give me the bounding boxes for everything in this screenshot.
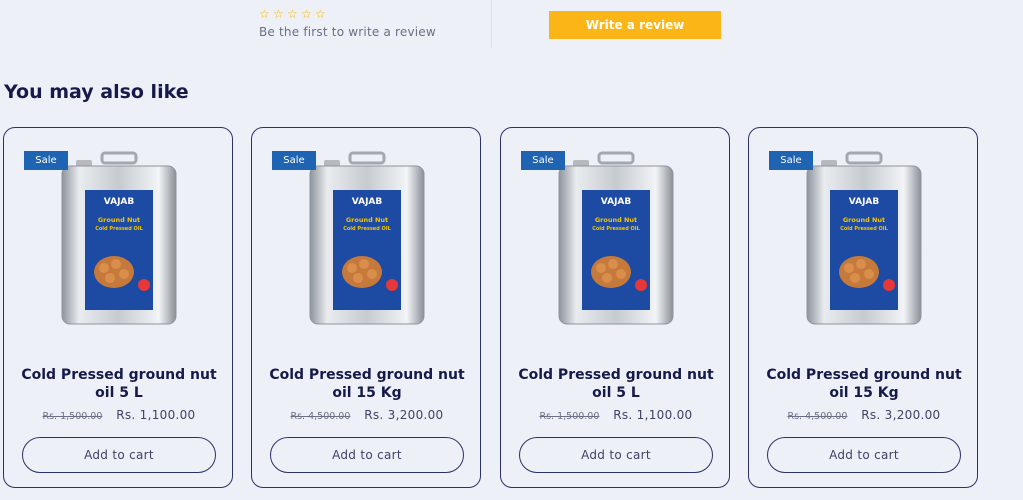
product-label-line: Ground Nut: [595, 216, 637, 224]
product-label-line: Cold Pressed OIL: [840, 226, 888, 232]
product-label-line: Cold Pressed OIL: [95, 226, 143, 232]
price-row: Rs. 4,500.00 Rs. 3,200.00: [252, 408, 482, 422]
product-card[interactable]: VAJAB Ground Nut Cold Pressed OIL Sale C…: [3, 127, 233, 488]
sale-badge: Sale: [769, 151, 813, 170]
brand-label: VAJAB: [849, 197, 880, 207]
add-to-cart-button[interactable]: Add to cart: [270, 437, 464, 473]
product-card[interactable]: VAJAB Ground Nut Cold Pressed OIL Sale C…: [251, 127, 481, 488]
brand-label: VAJAB: [352, 197, 383, 207]
star-icon: ☆: [273, 7, 284, 21]
product-label-line: Cold Pressed OIL: [343, 226, 391, 232]
review-prompt: Be the first to write a review: [259, 25, 436, 39]
sale-badge: Sale: [272, 151, 316, 170]
price-original: Rs. 1,500.00: [539, 411, 600, 422]
product-image[interactable]: VAJAB Ground Nut Cold Pressed OIL: [799, 150, 929, 330]
product-image[interactable]: VAJAB Ground Nut Cold Pressed OIL: [302, 150, 432, 330]
price-row: Rs. 4,500.00 Rs. 3,200.00: [749, 408, 979, 422]
price-original: Rs. 4,500.00: [290, 411, 351, 422]
sale-badge: Sale: [521, 151, 565, 170]
price-row: Rs. 1,500.00 Rs. 1,100.00: [501, 408, 731, 422]
sale-badge: Sale: [24, 151, 68, 170]
product-card[interactable]: VAJAB Ground Nut Cold Pressed OIL Sale C…: [748, 127, 978, 488]
write-review-button[interactable]: Write a review: [549, 11, 721, 39]
star-icon: ☆: [301, 7, 312, 21]
product-title[interactable]: Cold Pressed ground nut oil 5 L: [511, 366, 721, 402]
price-sale: Rs. 1,100.00: [613, 408, 693, 422]
product-title[interactable]: Cold Pressed ground nut oil 5 L: [14, 366, 224, 402]
review-bar: ☆ ☆ ☆ ☆ ☆ Be the first to write a review…: [0, 0, 1023, 50]
star-icon: ☆: [259, 7, 270, 21]
price-row: Rs. 1,500.00 Rs. 1,100.00: [4, 408, 234, 422]
price-sale: Rs. 3,200.00: [364, 408, 444, 422]
star-icon: ☆: [315, 7, 326, 21]
product-image[interactable]: VAJAB Ground Nut Cold Pressed OIL: [54, 150, 184, 330]
product-label-line: Ground Nut: [843, 216, 885, 224]
product-image[interactable]: VAJAB Ground Nut Cold Pressed OIL: [551, 150, 681, 330]
add-to-cart-button[interactable]: Add to cart: [519, 437, 713, 473]
product-label-line: Ground Nut: [98, 216, 140, 224]
product-title[interactable]: Cold Pressed ground nut oil 15 Kg: [759, 366, 969, 402]
star-icon: ☆: [287, 7, 298, 21]
brand-label: VAJAB: [104, 197, 135, 207]
section-title: You may also like: [4, 81, 189, 103]
price-original: Rs. 1,500.00: [42, 411, 103, 422]
price-sale: Rs. 3,200.00: [861, 408, 941, 422]
brand-label: VAJAB: [601, 197, 632, 207]
product-label-line: Cold Pressed OIL: [592, 226, 640, 232]
product-title[interactable]: Cold Pressed ground nut oil 15 Kg: [262, 366, 472, 402]
product-card[interactable]: VAJAB Ground Nut Cold Pressed OIL Sale C…: [500, 127, 730, 488]
rating-stars: ☆ ☆ ☆ ☆ ☆: [259, 8, 327, 20]
divider: [491, 0, 492, 48]
add-to-cart-button[interactable]: Add to cart: [22, 437, 216, 473]
product-label-line: Ground Nut: [346, 216, 388, 224]
add-to-cart-button[interactable]: Add to cart: [767, 437, 961, 473]
price-sale: Rs. 1,100.00: [116, 408, 196, 422]
price-original: Rs. 4,500.00: [787, 411, 848, 422]
